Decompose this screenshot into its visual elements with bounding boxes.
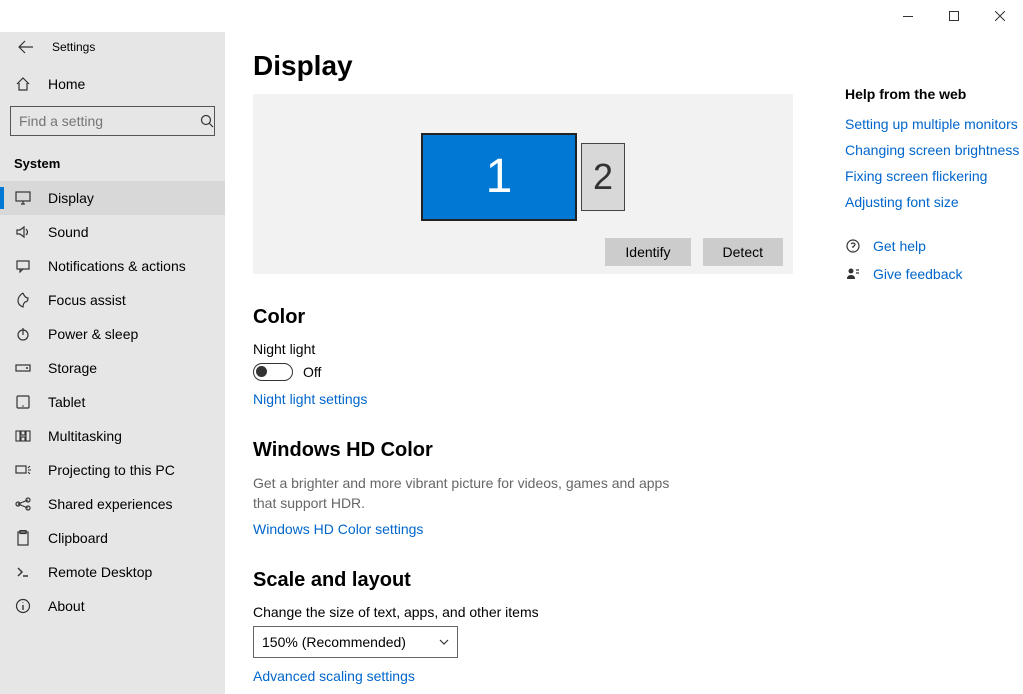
multitasking-icon — [14, 429, 32, 443]
nav-item-display[interactable]: Display — [0, 181, 225, 215]
help-link-2[interactable]: Fixing screen flickering — [845, 168, 1023, 184]
sidebar: Settings Home System Display Sound Notific… — [0, 32, 225, 694]
hdr-description: Get a brighter and more vibrant picture … — [253, 474, 673, 513]
nav-item-label: Shared experiences — [48, 496, 173, 512]
detect-button[interactable]: Detect — [703, 238, 783, 266]
projecting-icon — [14, 463, 32, 477]
storage-icon — [14, 362, 32, 374]
nav-item-tablet[interactable]: Tablet — [0, 385, 225, 419]
help-heading: Help from the web — [845, 86, 1023, 102]
back-button[interactable] — [18, 40, 34, 54]
maximize-icon — [949, 11, 959, 21]
hdr-settings-link[interactable]: Windows HD Color settings — [253, 521, 423, 537]
nav-item-label: Tablet — [48, 394, 85, 410]
about-icon — [14, 598, 32, 614]
get-help-icon — [845, 238, 861, 254]
nav-item-label: Notifications & actions — [48, 258, 186, 274]
nav-item-label: About — [48, 598, 85, 614]
nav-item-label: Display — [48, 190, 94, 206]
nav-item-label: Remote Desktop — [48, 564, 152, 580]
window-titlebar — [0, 0, 1023, 32]
feedback-icon — [845, 266, 861, 282]
help-panel: Help from the web Setting up multiple mo… — [845, 50, 1023, 654]
scale-label: Change the size of text, apps, and other… — [253, 604, 793, 620]
nav-item-remote-desktop[interactable]: Remote Desktop — [0, 555, 225, 589]
night-light-label: Night light — [253, 341, 793, 357]
search-icon — [200, 114, 214, 128]
advanced-scaling-link[interactable]: Advanced scaling settings — [253, 668, 415, 684]
clipboard-icon — [14, 530, 32, 546]
help-link-1[interactable]: Changing screen brightness — [845, 142, 1023, 158]
monitor-2[interactable]: 2 — [581, 143, 625, 211]
nav-item-power-sleep[interactable]: Power & sleep — [0, 317, 225, 351]
category-heading: System — [0, 150, 225, 181]
nav-item-label: Projecting to this PC — [48, 462, 175, 478]
nav-item-notifications-actions[interactable]: Notifications & actions — [0, 249, 225, 283]
nav-item-label: Sound — [48, 224, 88, 240]
nav-item-projecting-to-this-pc[interactable]: Projecting to this PC — [0, 453, 225, 487]
nav-item-sound[interactable]: Sound — [0, 215, 225, 249]
search-input-wrapper[interactable] — [10, 106, 215, 136]
tablet-icon — [14, 395, 32, 409]
maximize-button[interactable] — [931, 0, 977, 32]
shared-icon — [14, 496, 32, 512]
monitor-1[interactable]: 1 — [421, 133, 577, 221]
night-light-state: Off — [303, 364, 321, 380]
focus-assist-icon — [14, 292, 32, 308]
home-label: Home — [48, 76, 85, 92]
display-icon — [14, 191, 32, 205]
back-arrow-icon — [18, 40, 34, 54]
close-button[interactable] — [977, 0, 1023, 32]
nav-item-shared-experiences[interactable]: Shared experiences — [0, 487, 225, 521]
power-icon — [14, 326, 32, 342]
close-icon — [995, 11, 1005, 21]
remote-icon — [14, 565, 32, 579]
nav-item-storage[interactable]: Storage — [0, 351, 225, 385]
help-link-3[interactable]: Adjusting font size — [845, 194, 1023, 210]
night-light-settings-link[interactable]: Night light settings — [253, 391, 367, 407]
nav-item-clipboard[interactable]: Clipboard — [0, 521, 225, 555]
give-feedback-link[interactable]: Give feedback — [873, 266, 963, 282]
nav-item-label: Storage — [48, 360, 97, 376]
nav-item-label: Focus assist — [48, 292, 126, 308]
get-help-link[interactable]: Get help — [873, 238, 926, 254]
search-input[interactable] — [19, 113, 200, 129]
hdr-heading: Windows HD Color — [253, 439, 793, 462]
nav-item-about[interactable]: About — [0, 589, 225, 623]
minimize-icon — [903, 16, 913, 17]
nav-item-label: Multitasking — [48, 428, 122, 444]
page-title: Display — [253, 50, 793, 82]
sound-icon — [14, 225, 32, 239]
chevron-down-icon — [439, 639, 449, 645]
nav-list: Display Sound Notifications & actions Focus… — [0, 181, 225, 623]
scale-select[interactable]: 150% (Recommended) — [253, 626, 458, 658]
nav-item-label: Clipboard — [48, 530, 108, 546]
home-button[interactable]: Home — [0, 66, 225, 106]
help-link-0[interactable]: Setting up multiple monitors — [845, 116, 1023, 132]
scale-heading: Scale and layout — [253, 569, 793, 592]
window-title: Settings — [52, 40, 95, 54]
home-icon — [14, 76, 32, 92]
nav-item-label: Power & sleep — [48, 326, 138, 342]
main-content: Display 1 2 Identify Detect Color Night … — [253, 50, 793, 654]
identify-button[interactable]: Identify — [605, 238, 690, 266]
color-heading: Color — [253, 306, 793, 329]
scale-value: 150% (Recommended) — [262, 634, 406, 650]
nav-item-multitasking[interactable]: Multitasking — [0, 419, 225, 453]
notifications-icon — [14, 259, 32, 273]
night-light-toggle[interactable] — [253, 363, 293, 381]
nav-item-focus-assist[interactable]: Focus assist — [0, 283, 225, 317]
monitor-arrangement[interactable]: 1 2 Identify Detect — [253, 94, 793, 274]
minimize-button[interactable] — [885, 0, 931, 32]
